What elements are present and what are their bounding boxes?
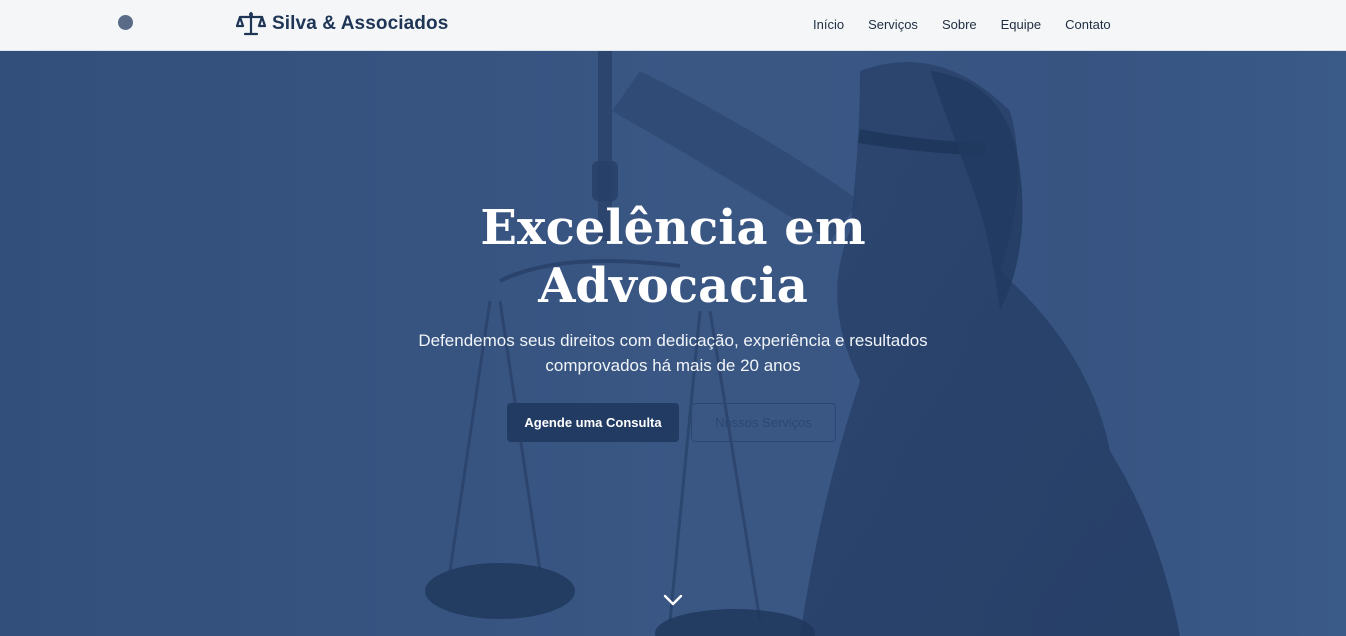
our-services-button[interactable]: Nossos Serviços xyxy=(691,403,836,442)
hero-subtitle: Defendemos seus direitos com dedicação, … xyxy=(400,328,946,378)
hero-subtitle-line2: comprovados há mais de 20 anos xyxy=(545,356,801,375)
nav-inicio[interactable]: Início xyxy=(813,17,844,32)
hero-title-line2: Advocacia xyxy=(538,258,808,314)
hero-subtitle-line1: Defendemos seus direitos com dedicação, … xyxy=(418,331,928,350)
hero-title: Excelência em Advocacia xyxy=(0,199,1346,315)
hero-section: Excelência em Advocacia Defendemos seus … xyxy=(0,51,1346,636)
nav-equipe[interactable]: Equipe xyxy=(1001,17,1041,32)
hero-title-line1: Excelência em xyxy=(480,200,866,256)
brand-logo[interactable]: Silva & Associados xyxy=(236,11,448,37)
nav-servicos[interactable]: Serviços xyxy=(868,17,918,32)
main-nav: Início Serviços Sobre Equipe Contato xyxy=(813,17,1135,32)
site-header: Silva & Associados Início Serviços Sobre… xyxy=(0,0,1346,51)
chevron-down-icon[interactable] xyxy=(663,593,683,607)
scales-icon xyxy=(236,11,266,36)
nav-contato[interactable]: Contato xyxy=(1065,17,1111,32)
nav-sobre[interactable]: Sobre xyxy=(942,17,977,32)
brand-name: Silva & Associados xyxy=(272,13,449,34)
menu-toggle-dot[interactable] xyxy=(118,15,133,30)
schedule-consultation-button[interactable]: Agende uma Consulta xyxy=(507,403,679,442)
